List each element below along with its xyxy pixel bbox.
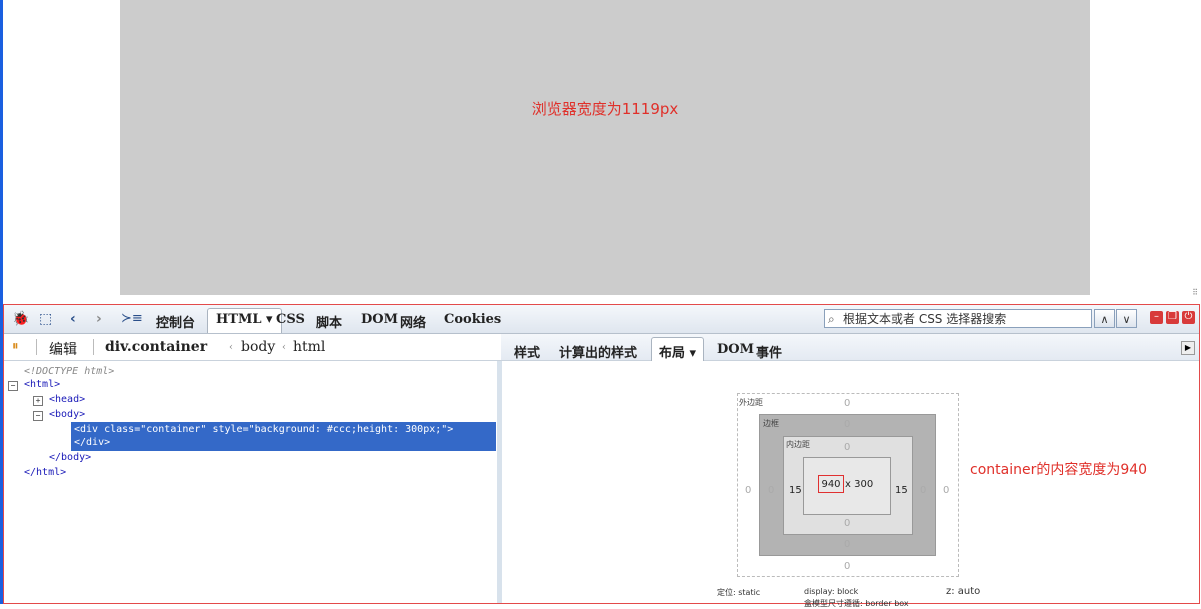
break-on-mutate-icon[interactable]: ⏸ [12, 339, 19, 354]
tab-html[interactable]: HTML ▾ [207, 308, 282, 333]
display-value: display: block [804, 587, 859, 596]
tabs-scroll-right-icon[interactable]: ▶ [1181, 341, 1195, 355]
selected-node[interactable]: <div class="container" style="background… [71, 422, 496, 451]
minimize-icon[interactable]: – [1150, 311, 1163, 324]
forward-icon[interactable]: › [96, 310, 102, 328]
padding-left-value[interactable]: 15 [789, 485, 802, 496]
head-tag[interactable]: <head> [49, 393, 85, 407]
breadcrumb-separator-icon: ‹ [229, 342, 233, 353]
border-right-value[interactable]: 0 [920, 485, 926, 496]
command-line-icon[interactable]: ≻≡ [121, 310, 143, 328]
margin-left-value[interactable]: 0 [745, 485, 751, 496]
breadcrumb-body[interactable]: body [241, 339, 275, 355]
padding-right-value[interactable]: 15 [895, 485, 908, 496]
margin-right-value[interactable]: 0 [943, 485, 949, 496]
firebug-bug-icon[interactable]: 🐞 [12, 310, 29, 328]
padding-bottom-value[interactable]: 0 [844, 518, 850, 529]
selected-div-open-tag: <div class="container" style="background… [74, 424, 454, 435]
side-tab-events[interactable]: 事件 [756, 342, 782, 361]
doctype-line: <!DOCTYPE html> [24, 366, 115, 377]
browser-width-note: 浏览器宽度为1119px [531, 100, 679, 118]
body-close-tag: </body> [49, 452, 92, 463]
side-tab-style[interactable]: 样式 [514, 342, 540, 361]
close-icon[interactable]: ⏻ [1182, 311, 1195, 324]
detach-icon[interactable]: ❐ [1166, 311, 1179, 324]
border-left-value[interactable]: 0 [768, 485, 774, 496]
tab-html-label: HTML [216, 312, 262, 327]
side-tab-computed[interactable]: 计算出的样式 [559, 342, 637, 361]
layout-panel: 外边距 边框 内边距 0 0 0 0 0 0 0 0 0 0 15 15 940… [502, 361, 1199, 608]
inspect-icon[interactable]: ⬚ [39, 310, 52, 328]
breadcrumb-separator-icon: ‹ [282, 342, 286, 353]
position-value: 定位: static [717, 588, 761, 597]
collapse-toggle-icon[interactable]: − [33, 411, 43, 421]
html-open-tag[interactable]: <html> [24, 378, 60, 392]
tab-dom[interactable]: DOM [361, 312, 398, 327]
search-input[interactable]: ⌕ 根据文本或者 CSS 选择器搜索 [824, 309, 1092, 328]
border-label: 边框 [763, 419, 779, 428]
padding-top-value[interactable]: 0 [844, 442, 850, 453]
expand-toggle-icon[interactable]: + [33, 396, 43, 406]
margin-bottom-value[interactable]: 0 [844, 561, 850, 572]
side-tab-layout-label: 布局 [659, 346, 686, 361]
breadcrumb-div-container[interactable]: div.container [105, 339, 207, 355]
divider [36, 339, 37, 355]
chevron-down-icon: ▾ [689, 346, 697, 361]
selected-div-close-tag: </div> [74, 437, 111, 448]
edit-button[interactable]: 编辑 [49, 339, 77, 359]
content-width-note: container的内容宽度为940 [970, 462, 1148, 478]
divider [93, 339, 94, 355]
html-tree-panel: <!DOCTYPE html> − <html> + <head> − <bod… [4, 361, 497, 603]
side-tab-layout[interactable]: 布局 ▾ [651, 337, 705, 361]
search-placeholder: 根据文本或者 CSS 选择器搜索 [843, 312, 1007, 326]
tab-net[interactable]: 网络 [400, 312, 426, 331]
search-prev-button[interactable]: ∧ [1094, 309, 1115, 328]
z-index-value: z: auto [946, 586, 981, 597]
border-top-value[interactable]: 0 [844, 419, 850, 430]
tab-console[interactable]: 控制台 [156, 312, 195, 331]
chevron-down-icon: ▾ [266, 312, 273, 327]
border-bottom-value[interactable]: 0 [844, 539, 850, 550]
side-tab-dom[interactable]: DOM [717, 342, 754, 357]
padding-label: 内边距 [786, 440, 810, 449]
html-subbar: ⏸ 编辑 div.container ‹ body ‹ html 样式 计算出的… [4, 334, 1199, 361]
search-icon: ⌕ [828, 312, 835, 326]
breadcrumb-html[interactable]: html [293, 339, 325, 355]
collapse-toggle-icon[interactable]: − [8, 381, 18, 391]
firebug-toolbar: 🐞 ⬚ ‹ › ≻≡ 控制台 HTML ▾ CSS 脚本 DOM 网络 Cook… [4, 305, 1199, 334]
html-close-tag: </html> [24, 467, 67, 478]
tab-css[interactable]: CSS [276, 312, 305, 327]
page-viewport: 浏览器宽度为1119px ⠿ [3, 0, 1201, 297]
tab-script[interactable]: 脚本 [316, 312, 342, 331]
margin-label: 外边距 [739, 398, 763, 407]
container-div: 浏览器宽度为1119px [120, 0, 1090, 295]
back-icon[interactable]: ‹ [70, 310, 76, 328]
firebug-panel: 🐞 ⬚ ‹ › ≻≡ 控制台 HTML ▾ CSS 脚本 DOM 网络 Cook… [3, 304, 1200, 608]
content-width-value[interactable]: 940 [818, 475, 844, 493]
search-next-button[interactable]: ∨ [1116, 309, 1137, 328]
body-open-tag[interactable]: <body> [49, 408, 85, 422]
content-height-value[interactable]: x 300 [845, 479, 873, 490]
tab-cookies[interactable]: Cookies [444, 312, 501, 327]
resize-grip-icon[interactable]: ⠿ [1192, 288, 1198, 297]
margin-top-value[interactable]: 0 [844, 398, 850, 409]
